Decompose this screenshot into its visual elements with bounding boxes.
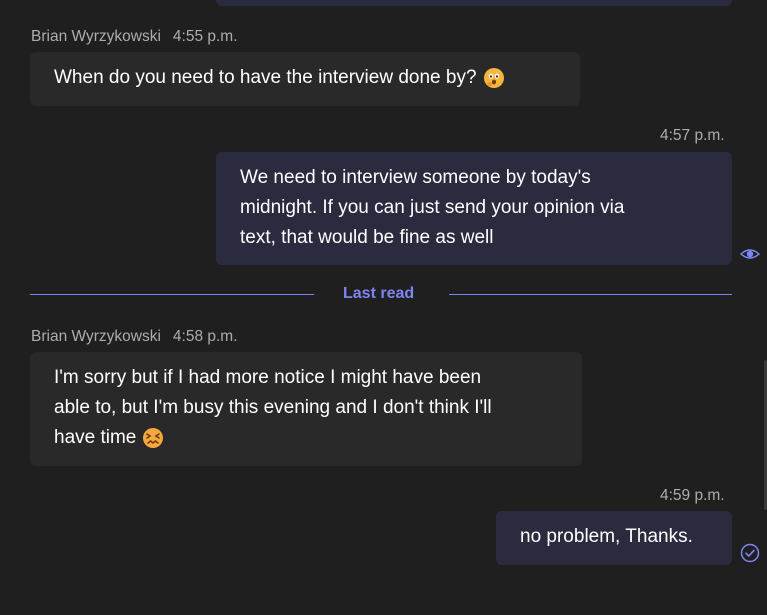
confounded-face-emoji-icon	[143, 427, 164, 448]
sent-check-icon	[740, 543, 760, 563]
message-text: no problem, Thanks.	[520, 526, 693, 547]
message-text-line: I'm sorry but if I had more notice I mig…	[54, 367, 482, 388]
message-time: 4:57 p.m.	[660, 127, 725, 144]
message-time: 4:58 p.m.	[172, 328, 238, 345]
incoming-message-bubble[interactable]: When do you need to have the interview d…	[30, 52, 580, 106]
thinking-face-emoji-icon	[483, 67, 504, 88]
message-time: 4:59 p.m.	[660, 487, 725, 504]
message-header: Brian Wyrzykowski 4:58 p.m.	[31, 328, 238, 346]
message-header: Brian Wyrzykowski 4:55 p.m.	[31, 28, 238, 46]
message-time: 4:55 p.m.	[172, 28, 238, 45]
message-text-line: text, that would be fine as well	[240, 227, 494, 248]
outgoing-message-bubble[interactable]: no problem, Thanks.	[496, 511, 732, 565]
message-text: When do you need to have the interview d…	[54, 67, 477, 88]
message-text-line: have time	[54, 423, 558, 453]
last-read-divider-line	[30, 294, 314, 295]
message-author: Brian Wyrzykowski	[31, 328, 161, 345]
message-text-line: midnight. If you can just send your opin…	[240, 197, 625, 218]
incoming-message-bubble[interactable]: I'm sorry but if I had more notice I mig…	[30, 352, 582, 466]
message-author: Brian Wyrzykowski	[31, 28, 161, 45]
message-text-line: able to, but I'm busy this evening and I…	[54, 397, 492, 418]
message-text-line: We need to interview someone by today's	[240, 167, 591, 188]
last-read-label: Last read	[343, 285, 415, 302]
previous-message-bubble[interactable]	[216, 0, 732, 6]
seen-eye-icon	[740, 249, 760, 259]
outgoing-message-bubble[interactable]: We need to interview someone by today's …	[216, 152, 732, 265]
message-text: have time	[54, 427, 137, 448]
last-read-divider-line	[449, 294, 732, 295]
